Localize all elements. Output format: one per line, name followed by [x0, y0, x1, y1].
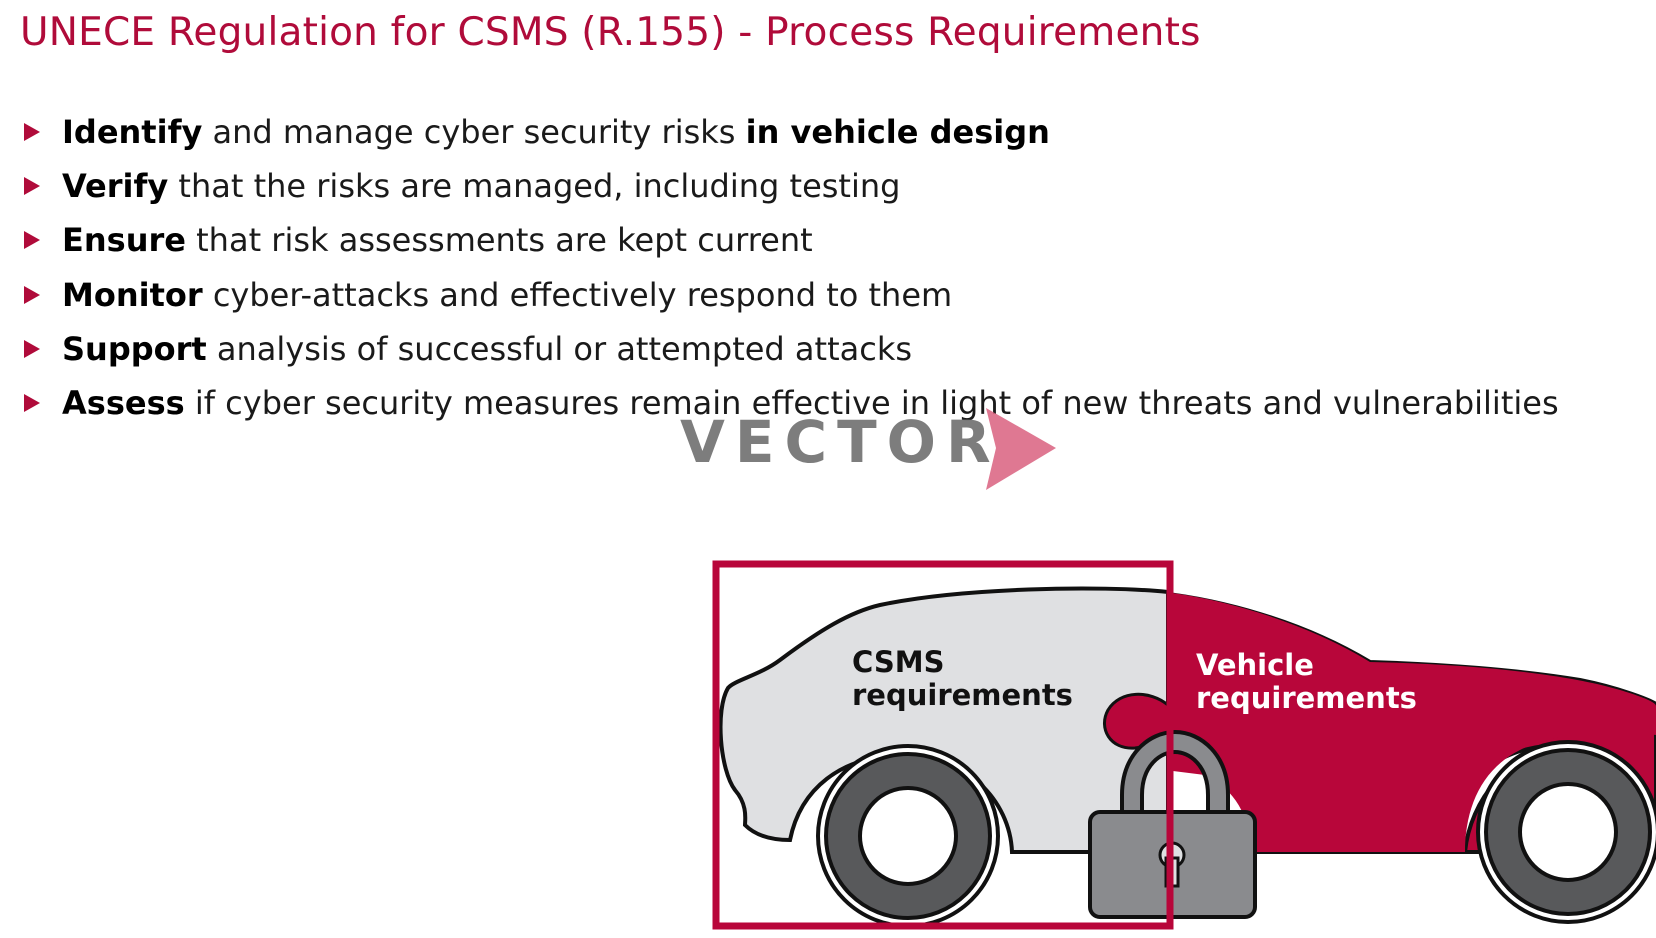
vehicle-requirements-label: Vehicle requirements: [1196, 649, 1417, 715]
vehicle-label-line2: requirements: [1196, 681, 1417, 715]
vehicle-label-line1: Vehicle: [1196, 648, 1314, 682]
csms-label-line1: CSMS: [852, 645, 945, 679]
car-illustration: [712, 560, 1656, 930]
csms-label-line2: requirements: [852, 678, 1073, 712]
csms-requirements-label: CSMS requirements: [852, 646, 1073, 712]
